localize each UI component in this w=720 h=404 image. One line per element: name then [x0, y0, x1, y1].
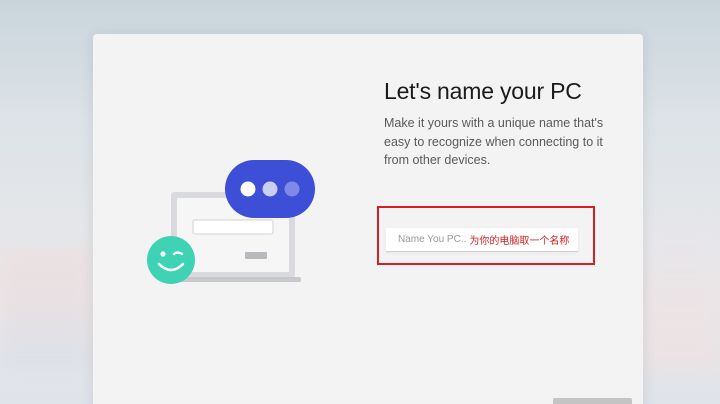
pc-name-annotation: 为你的电脑取一个名称 [469, 236, 570, 247]
background-blur-right [640, 220, 720, 370]
setup-window: Let's name your PC Make it yours with a … [93, 34, 643, 404]
next-button[interactable] [553, 398, 632, 404]
chat-bubble-icon [225, 160, 315, 218]
page-title: Let's name your PC [384, 78, 582, 104]
pc-name-placeholder: Name You PC.. [398, 234, 467, 245]
pc-illustration [147, 160, 315, 284]
smiley-icon [147, 236, 195, 284]
page-subtitle: Make it yours with a unique name that's … [384, 116, 604, 167]
background-blur-left [0, 250, 92, 370]
pc-name-input[interactable]: Name You PC.. 为你的电脑取一个名称 [386, 228, 578, 252]
